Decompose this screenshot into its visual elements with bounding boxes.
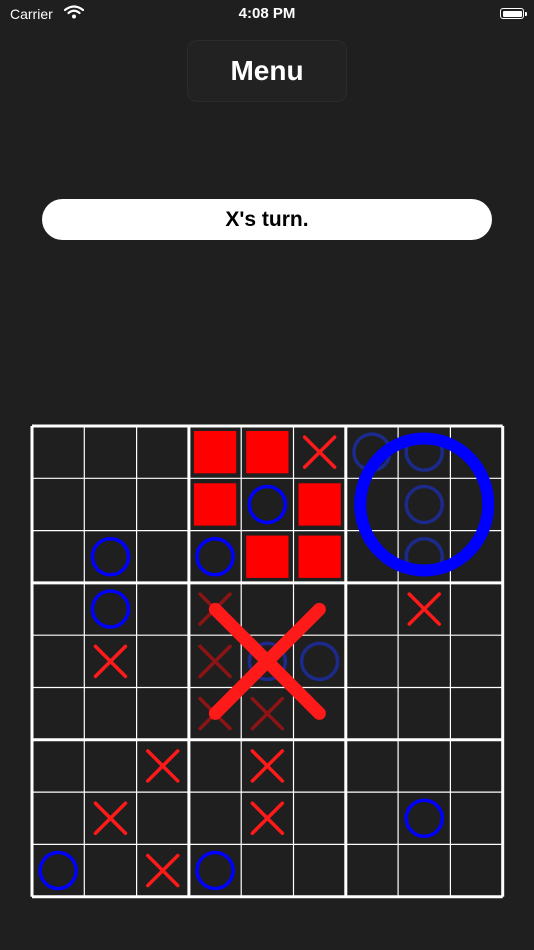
board-cell[interactable]	[241, 583, 293, 635]
board-cell[interactable]	[137, 531, 189, 583]
board-cell[interactable]	[137, 688, 189, 740]
board-cell[interactable]	[84, 478, 136, 530]
board-cell[interactable]	[32, 635, 84, 687]
board-cell[interactable]	[84, 740, 136, 792]
board-cell[interactable]	[84, 426, 136, 478]
board-cell[interactable]	[189, 740, 241, 792]
board-cell[interactable]	[450, 688, 502, 740]
board-cell[interactable]	[189, 792, 241, 844]
board-cell[interactable]	[294, 844, 346, 896]
board-cell[interactable]	[450, 635, 502, 687]
board-cell[interactable]	[450, 844, 502, 896]
board-cell[interactable]	[32, 426, 84, 478]
board-cell[interactable]	[32, 740, 84, 792]
board-cell[interactable]	[32, 478, 84, 530]
board-cell[interactable]	[450, 740, 502, 792]
board-cell[interactable]	[137, 478, 189, 530]
captured-square	[298, 535, 341, 578]
board-cell[interactable]	[398, 844, 450, 896]
captured-square	[193, 431, 237, 474]
board-cell[interactable]	[450, 792, 502, 844]
game-board[interactable]	[0, 0, 534, 950]
board-cell[interactable]	[294, 792, 346, 844]
board-cell[interactable]	[137, 635, 189, 687]
board-cell[interactable]	[346, 478, 398, 530]
board-cell[interactable]	[346, 635, 398, 687]
captured-square	[246, 535, 289, 578]
board-cell[interactable]	[346, 792, 398, 844]
board-cell[interactable]	[346, 583, 398, 635]
board-cell[interactable]	[346, 740, 398, 792]
board-cell[interactable]	[137, 426, 189, 478]
board-cell[interactable]	[346, 688, 398, 740]
board-cell[interactable]	[294, 740, 346, 792]
captured-square	[246, 431, 289, 474]
board-cell[interactable]	[137, 583, 189, 635]
board-cell[interactable]	[346, 844, 398, 896]
board-cell[interactable]	[32, 583, 84, 635]
board-cell[interactable]	[398, 740, 450, 792]
board-cell[interactable]	[137, 792, 189, 844]
board-cell[interactable]	[398, 688, 450, 740]
board-cell[interactable]	[84, 844, 136, 896]
board-cell[interactable]	[241, 844, 293, 896]
board-cell[interactable]	[450, 478, 502, 530]
board-cell[interactable]	[84, 688, 136, 740]
board-cell[interactable]	[398, 635, 450, 687]
captured-square	[298, 483, 341, 526]
board-cell[interactable]	[32, 531, 84, 583]
board-cell[interactable]	[450, 583, 502, 635]
captured-square	[193, 483, 237, 526]
board-cell[interactable]	[32, 688, 84, 740]
board-cell[interactable]	[32, 792, 84, 844]
